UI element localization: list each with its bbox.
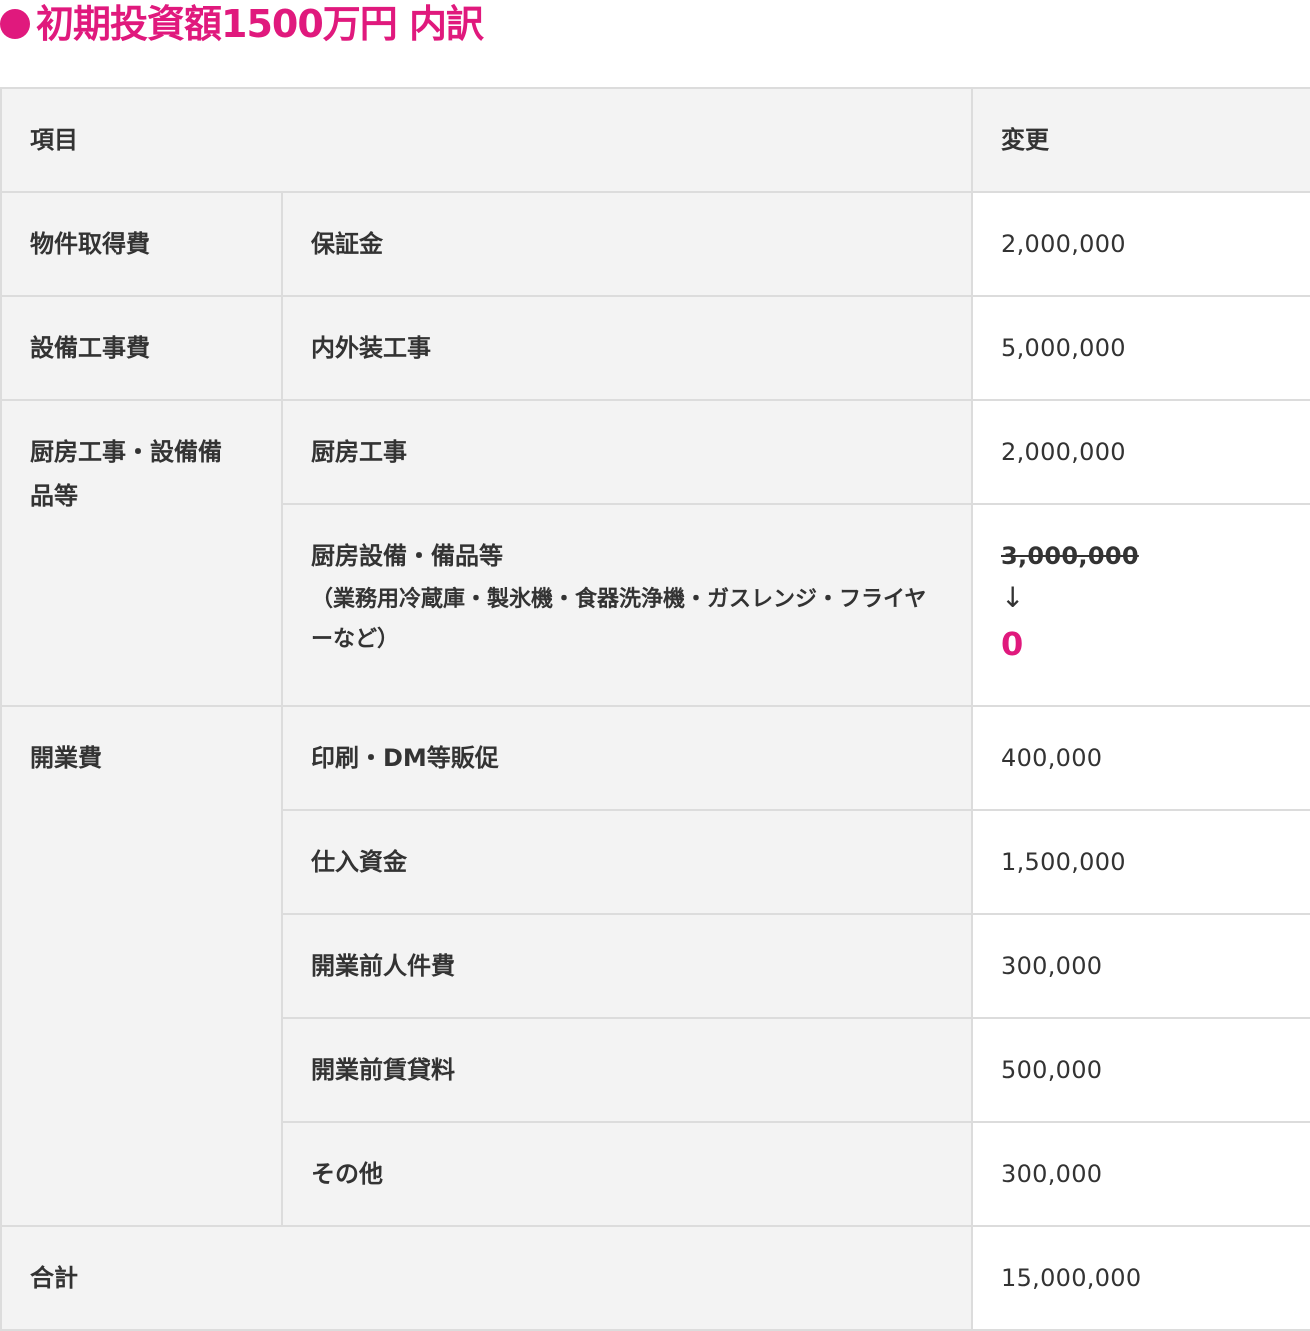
group-label-facility: 設備工事費 — [0, 295, 283, 401]
investment-breakdown-table: 項目 変更 物件取得費 保証金 2,000,000 設備工事費 内外装工事 5,… — [0, 87, 1310, 1331]
row-value: 400,000 — [971, 705, 1310, 811]
row-value: 2,000,000 — [971, 191, 1310, 297]
row-value: 1,500,000 — [971, 809, 1310, 915]
row-label: 保証金 — [281, 191, 973, 297]
title-bullet-icon — [0, 9, 30, 39]
old-value-struck: 3,000,000 — [1001, 542, 1139, 570]
row-value: 5,000,000 — [971, 295, 1310, 401]
row-label: 開業前人件費 — [281, 913, 973, 1019]
page-title: 初期投資額1500万円 内訳 — [0, 0, 484, 52]
table-row: 設備工事費 内外装工事 5,000,000 — [0, 295, 1310, 401]
header-change: 変更 — [971, 87, 1310, 193]
header-item: 項目 — [0, 87, 973, 193]
row-value-cell: 3,000,000 ↓ 0 — [971, 503, 1310, 707]
row-label: 印刷・DM等販促 — [281, 705, 973, 811]
row-label: 仕入資金 — [281, 809, 973, 915]
page-title-text: 初期投資額1500万円 内訳 — [36, 2, 484, 46]
total-value: 15,000,000 — [971, 1225, 1310, 1331]
new-value: 0 — [1001, 625, 1024, 663]
group-label-property: 物件取得費 — [0, 191, 283, 297]
total-label: 合計 — [0, 1225, 973, 1331]
row-label: 内外装工事 — [281, 295, 973, 401]
row-value: 2,000,000 — [971, 399, 1310, 505]
table-row: 物件取得費 保証金 2,000,000 — [0, 191, 1310, 297]
table-row: 開業費 印刷・DM等販促 400,000 — [0, 705, 1310, 1227]
group-label-opening: 開業費 — [0, 705, 283, 1227]
group-label-kitchen: 厨房工事・設備備品等 — [0, 399, 283, 707]
row-note: （業務用冷蔵庫・製氷機・食器洗浄機・ガスレンジ・フライヤーなど） — [311, 587, 927, 652]
row-value: 300,000 — [971, 1121, 1310, 1227]
table-header-row: 項目 変更 — [0, 87, 1310, 193]
down-arrow-icon: ↓ — [1001, 581, 1025, 614]
row-label: 厨房設備・備品等 — [311, 542, 503, 570]
row-value: 300,000 — [971, 913, 1310, 1019]
row-label: 開業前賃貸料 — [281, 1017, 973, 1123]
row-label-cell: 厨房設備・備品等 （業務用冷蔵庫・製氷機・食器洗浄機・ガスレンジ・フライヤーなど… — [281, 503, 973, 707]
row-value: 500,000 — [971, 1017, 1310, 1123]
row-label: 厨房工事 — [281, 399, 973, 505]
row-label: その他 — [281, 1121, 973, 1227]
total-row: 合計 15,000,000 — [0, 1225, 1310, 1331]
table-row: 厨房工事・設備備品等 厨房工事 2,000,000 — [0, 399, 1310, 707]
